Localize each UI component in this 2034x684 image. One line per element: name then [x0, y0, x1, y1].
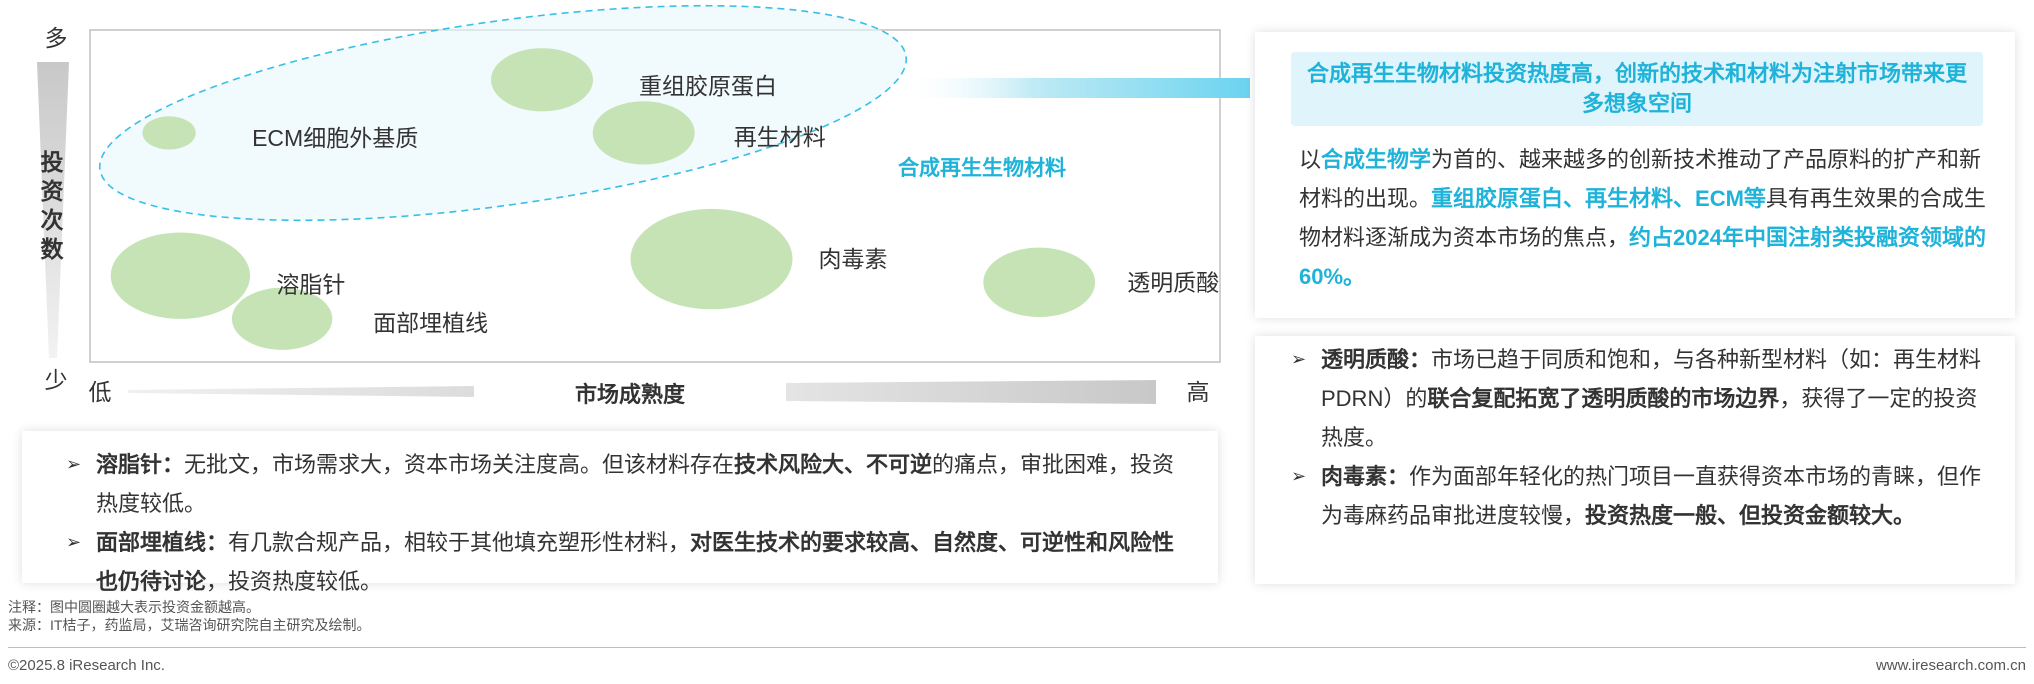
bullet-arrow-icon: ➢: [1291, 466, 1307, 486]
x-axis-bar-right: [786, 380, 1156, 404]
note-item: ➢ 面部埋植线：有几款合规产品，相较于其他填充塑形性材料，对医生技术的要求较高、自…: [66, 523, 1196, 601]
y-axis-label-char: 数: [41, 236, 65, 262]
left-notes-card: ➢ 溶脂针：无批文，市场需求大，资本市场关注度高。但该材料存在技术风险大、不可逆的…: [22, 431, 1218, 594]
group-label: 合成再生生物材料: [898, 156, 1066, 180]
note-text: 有几款合规产品，相较于其他填充塑形性材料，: [228, 530, 691, 555]
note-text: 技术风险大、不可逆: [734, 452, 933, 477]
summary-text: 以合成生物学为首的、越来越多的创新技术推动了产品原料的扩产和新材料的出现。重组胶…: [1299, 140, 1989, 296]
bubble-label: 肉毒素: [819, 246, 888, 272]
footer-website: www.iresearch.com.cn: [1875, 657, 2026, 674]
footer-divider: [8, 647, 2026, 648]
summary-segment: 以: [1299, 147, 1322, 172]
bubble: [630, 208, 793, 310]
right-notes-card: ➢ 透明质酸：市场已趋于同质和饱和，与各种新型材料（如：再生材料PDRN）的联合复…: [1255, 336, 2015, 584]
note-title: 肉毒素：: [1321, 464, 1410, 489]
bubble-label: 透明质酸: [1127, 269, 1219, 295]
bubble-label: 重组胶原蛋白: [639, 73, 777, 99]
note-title: 透明质酸：: [1321, 347, 1432, 372]
bubble: [592, 101, 695, 165]
x-axis-label: 市场成熟度: [575, 382, 686, 407]
note-text: 联合复配拓宽了透明质酸的市场边界: [1427, 386, 1780, 411]
x-axis-bar-left: [128, 386, 474, 397]
headline: 合成再生生物材料投资热度高，创新的技术和材料为注射市场带来更多想象空间: [1306, 61, 1967, 116]
y-axis-label-char: 次: [41, 207, 64, 233]
summary-segment: 合成生物学: [1321, 147, 1432, 172]
bubble-chart: 多 少 低 高 市场成熟度 投资次数 重组胶原蛋白 ECM细胞外基质 再生材料溶脂针…: [37, 4, 1250, 407]
headline-box: 合成再生生物材料投资热度高，创新的技术和材料为注射市场带来更多想象空间: [1291, 52, 1983, 126]
note-item: ➢ 透明质酸：市场已趋于同质和饱和，与各种新型材料（如：再生材料PDRN）的联合复…: [1291, 340, 1991, 457]
y-high-label: 多: [45, 25, 68, 51]
bubble: [142, 116, 196, 150]
x-high-label: 高: [1187, 379, 1210, 405]
bullet-arrow-icon: ➢: [66, 454, 82, 474]
footnote-note: 注释：图中圆圈越大表示投资金额越高。: [8, 599, 260, 615]
bullet-arrow-icon: ➢: [66, 532, 82, 552]
footer-copyright: ©2025.8 iResearch Inc.: [8, 657, 165, 674]
note-item: ➢ 溶脂针：无批文，市场需求大，资本市场关注度高。但该材料存在技术风险大、不可逆的…: [66, 445, 1196, 523]
bubble: [491, 48, 593, 112]
footnote-source: 来源：IT桔子，药监局，艾瑞咨询研究院自主研究及绘制。: [8, 617, 371, 633]
y-axis-label-char: 资: [41, 178, 64, 204]
note-text: 无批文，市场需求大，资本市场关注度高。但该材料存在: [184, 452, 735, 477]
bullet-arrow-icon: ➢: [1291, 349, 1307, 369]
note-title: 面部埋植线：: [96, 530, 229, 555]
bubble-label: 面部埋植线: [373, 310, 488, 336]
note-text: ，投资热度较低。: [206, 569, 383, 594]
note-text: 投资热度一般、但投资金额较大。: [1585, 503, 1916, 528]
bubble: [110, 232, 251, 319]
bubble-label: 溶脂针: [276, 272, 345, 298]
bubble-label: ECM细胞外基质: [252, 125, 418, 151]
summary-card: 合成再生生物材料投资热度高，创新的技术和材料为注射市场带来更多想象空间 以合成生…: [1255, 32, 2015, 318]
x-low-label: 低: [89, 379, 112, 405]
bubble-label: 再生材料: [734, 124, 826, 150]
y-low-label: 少: [45, 367, 68, 393]
summary-segment: 重组胶原蛋白、再生材料、ECM等: [1431, 186, 1766, 211]
bubble: [983, 247, 1096, 317]
y-axis-label-char: 投: [41, 149, 64, 175]
callout-arrow: [900, 78, 1250, 98]
note-title: 溶脂针：: [96, 452, 185, 477]
note-item: ➢ 肉毒素：作为面部年轻化的热门项目一直获得资本市场的青睐，但作为毒麻药品审批进度…: [1291, 457, 1991, 535]
